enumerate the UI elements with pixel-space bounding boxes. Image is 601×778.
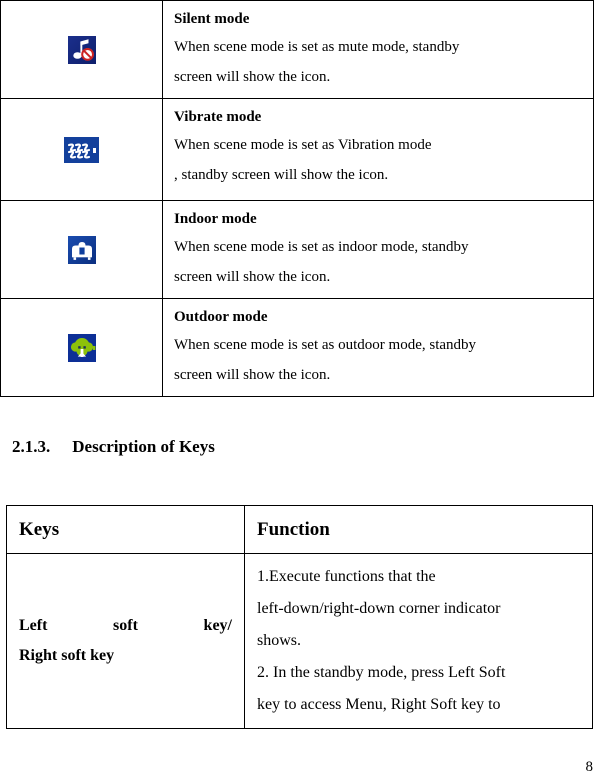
mode-description: When scene mode is set as outdoor mode, …	[174, 330, 583, 390]
function-item-1-line-2: left-down/right-down corner indicator	[257, 600, 501, 617]
silent-mode-icon	[67, 35, 96, 64]
section-title: Description of Keys	[72, 437, 215, 456]
column-header-keys: Keys	[6, 505, 245, 554]
table-header-row: Keys Function	[6, 505, 593, 554]
key-label-line-1: Left soft key/	[19, 617, 232, 634]
function-item-1-line-1: 1.Execute functions that the	[257, 568, 436, 585]
function-item-2-line-1: 2. In the standby mode, press Left Soft	[257, 664, 506, 681]
desc-line-2: screen will show the icon.	[174, 69, 331, 85]
desc-line-2: , standby screen will show the icon.	[174, 167, 389, 183]
key-label: Left soft key/ Right soft key	[19, 611, 232, 671]
mode-description: When scene mode is set as mute mode, sta…	[174, 32, 583, 92]
desc-line-2: screen will show the icon.	[174, 367, 331, 383]
table-row: Outdoor mode When scene mode is set as o…	[0, 298, 594, 397]
section-heading: 2.1.3. Description of Keys	[12, 437, 215, 457]
function-item-2: 2. In the standby mode, press Left Soft …	[257, 657, 582, 721]
table-row: Silent mode When scene mode is set as mu…	[0, 0, 594, 99]
table-row: Indoor mode When scene mode is set as in…	[0, 200, 594, 299]
icon-cell-silent	[0, 0, 163, 99]
desc-line-1: When scene mode is set as mute mode, sta…	[174, 39, 460, 55]
desc-line-1: When scene mode is set as outdoor mode, …	[174, 337, 477, 353]
mode-description: When scene mode is set as indoor mode, s…	[174, 232, 583, 292]
desc-line-1: When scene mode is set as indoor mode, s…	[174, 239, 469, 255]
page-number: 8	[585, 759, 594, 775]
outdoor-mode-icon	[67, 333, 96, 362]
scene-mode-icon-table: Silent mode When scene mode is set as mu…	[0, 0, 594, 397]
icon-cell-vibrate	[0, 98, 163, 201]
desc-line-1: When scene mode is set as Vibration mode	[174, 137, 432, 153]
desc-cell-outdoor: Outdoor mode When scene mode is set as o…	[162, 298, 594, 397]
table-row: Left soft key/ Right soft key 1.Execute …	[6, 553, 593, 729]
function-item-1: 1.Execute functions that the left-down/r…	[257, 561, 582, 657]
table-row: Vibrate mode When scene mode is set as V…	[0, 98, 594, 201]
mode-title: Silent mode	[174, 11, 250, 27]
mode-description: When scene mode is set as Vibration mode…	[174, 130, 583, 190]
mode-title: Indoor mode	[174, 211, 257, 227]
key-label-line-2: Right soft key	[19, 647, 115, 664]
indoor-mode-icon	[67, 235, 96, 264]
mode-title: Vibrate mode	[174, 109, 262, 125]
section-number: 2.1.3.	[12, 437, 51, 456]
icon-cell-indoor	[0, 200, 163, 299]
document-page: Silent mode When scene mode is set as mu…	[0, 0, 601, 778]
keys-description-table: Keys Function Left soft key/ Right soft …	[6, 505, 593, 729]
column-header-function: Function	[244, 505, 593, 554]
mode-title: Outdoor mode	[174, 309, 268, 325]
function-item-1-line-3: shows.	[257, 632, 302, 649]
keys-cell: Left soft key/ Right soft key	[6, 553, 245, 729]
function-item-2-line-2: key to access Menu, Right Soft key to	[257, 696, 501, 713]
function-cell: 1.Execute functions that the left-down/r…	[244, 553, 593, 729]
desc-cell-silent: Silent mode When scene mode is set as mu…	[162, 0, 594, 99]
desc-cell-vibrate: Vibrate mode When scene mode is set as V…	[162, 98, 594, 201]
desc-cell-indoor: Indoor mode When scene mode is set as in…	[162, 200, 594, 299]
vibrate-mode-icon	[64, 136, 99, 163]
icon-cell-outdoor	[0, 298, 163, 397]
desc-line-2: screen will show the icon.	[174, 269, 331, 285]
